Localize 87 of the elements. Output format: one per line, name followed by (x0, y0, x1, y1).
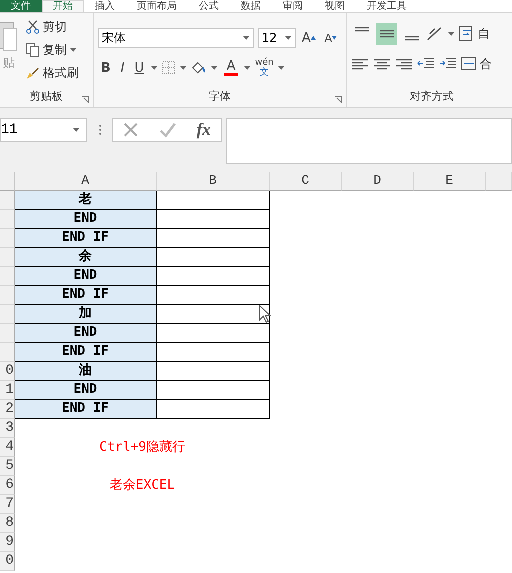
column-header[interactable]: C (270, 172, 342, 191)
caret-icon[interactable] (243, 36, 250, 40)
formula-input[interactable] (226, 118, 512, 164)
mouse-pointer-icon (259, 305, 271, 323)
font-color-button[interactable]: A (222, 57, 240, 79)
grip-icon (99, 124, 102, 136)
row-header[interactable]: 1 (0, 381, 15, 400)
caret-icon[interactable] (151, 66, 158, 70)
scissors-icon (26, 20, 40, 34)
row-header[interactable]: 8 (0, 514, 15, 533)
row-header[interactable]: 3 (0, 419, 15, 438)
group-label: 字体 (208, 89, 232, 105)
table-cell: END (15, 381, 157, 400)
cut-button[interactable]: 剪切 (26, 17, 79, 37)
align-lines-icon (395, 58, 413, 70)
dialog-launcher-icon[interactable] (82, 96, 89, 103)
table-cell: END IF (15, 286, 157, 305)
table-cell: 余 (15, 248, 157, 267)
borders-icon (162, 61, 176, 75)
table-cell: 老 (15, 191, 157, 210)
column-header[interactable]: B (157, 172, 270, 191)
column-header[interactable]: D (342, 172, 414, 191)
format-painter-button[interactable]: 格式刷 (26, 63, 79, 83)
text-orientation-icon (426, 26, 444, 42)
file-tab[interactable]: 文件 (0, 0, 42, 12)
caret-icon[interactable] (278, 66, 285, 70)
dialog-launcher-icon[interactable] (335, 96, 342, 103)
note-text: Ctrl+9隐藏行 (100, 439, 186, 457)
italic-button[interactable]: I (118, 60, 128, 76)
table-cell: END IF (15, 400, 157, 419)
row-header[interactable]: 7 (0, 495, 15, 514)
row-header[interactable]: 9 (0, 533, 15, 552)
vertical-align-button[interactable] (376, 23, 397, 45)
decrease-indent-icon (417, 57, 435, 71)
group-label: 对齐方式 (409, 89, 455, 105)
caret-icon (310, 36, 316, 40)
underline-button[interactable]: U (132, 60, 148, 76)
check-icon[interactable] (158, 122, 177, 138)
caret-icon (332, 36, 338, 40)
align-lines-icon (402, 36, 420, 41)
table-cell: END (15, 210, 157, 229)
caret-icon[interactable] (73, 128, 80, 132)
table-cell: 油 (15, 362, 157, 381)
paintbrush-icon (26, 66, 40, 80)
caret-icon[interactable] (180, 66, 188, 70)
caret-icon[interactable] (285, 36, 292, 40)
table-cell: END IF (15, 343, 157, 362)
merge-cells-icon (461, 57, 477, 71)
column-header[interactable]: E (414, 172, 486, 191)
insert-function-button[interactable]: fx (196, 120, 212, 140)
caret-icon[interactable] (448, 32, 455, 36)
align-lines-icon (373, 58, 391, 70)
grow-font-button[interactable]: A (300, 27, 318, 49)
align-lines-icon (351, 58, 369, 70)
align-lines-icon (378, 30, 396, 38)
row-header[interactable]: 4 (0, 438, 15, 457)
shrink-font-button[interactable]: A (322, 27, 340, 49)
row-header[interactable]: 5 (0, 457, 15, 476)
phonetic-button[interactable]: wén 文 (255, 57, 274, 79)
caret-icon[interactable] (70, 48, 77, 52)
table-cell: END (15, 324, 157, 343)
column-header[interactable]: A (15, 172, 157, 191)
ribbon-tab[interactable]: 开始 (42, 0, 84, 12)
fill-bucket-icon (191, 61, 208, 75)
wrap-text-icon (459, 26, 475, 42)
bold-button[interactable]: B (98, 60, 114, 76)
note-text: 老余EXCEL (110, 477, 176, 495)
font-size-select[interactable]: 12 (258, 28, 296, 48)
wrap-text-button[interactable]: 自 (459, 24, 490, 44)
align-lines-icon (352, 27, 370, 32)
row-header[interactable]: 6 (0, 476, 15, 495)
name-box[interactable]: 11 (0, 118, 87, 142)
copy-button[interactable]: 复制 (26, 40, 79, 60)
row-header[interactable]: 0 (0, 362, 15, 381)
table-cell: END IF (15, 229, 157, 248)
table-cell: END (15, 267, 157, 286)
color-bar-icon (224, 72, 238, 76)
table-cell: 加 (15, 305, 157, 324)
font-name-select[interactable]: 宋体 (98, 28, 254, 48)
increase-indent-icon (439, 57, 457, 71)
merge-center-button[interactable]: 合 (461, 54, 492, 74)
group-label: 剪贴板 (29, 89, 64, 105)
row-header[interactable]: 2 (0, 400, 15, 419)
caret-icon[interactable] (211, 66, 218, 70)
row-header[interactable]: 0 (0, 552, 15, 571)
caret-icon[interactable] (244, 66, 252, 70)
copy-icon (26, 43, 40, 57)
